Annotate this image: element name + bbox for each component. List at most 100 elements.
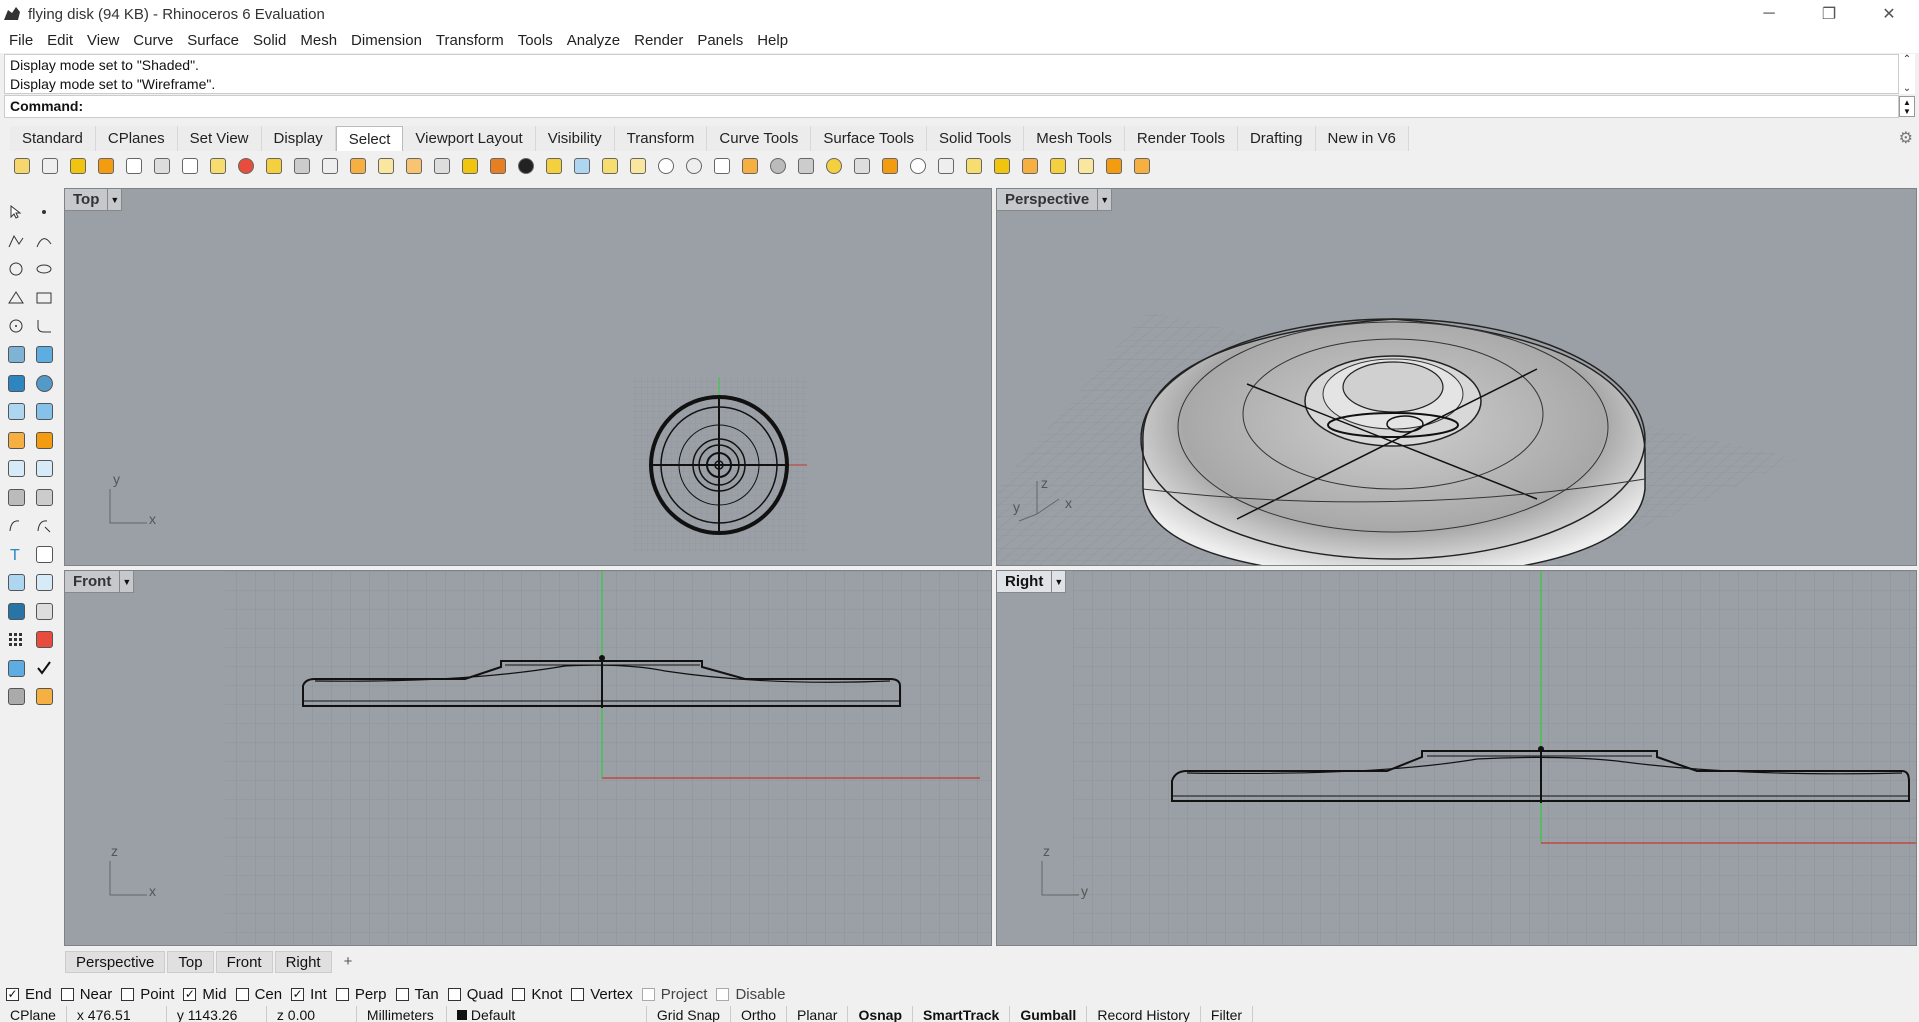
select-annotations-icon[interactable]	[176, 153, 204, 179]
menu-render[interactable]: Render	[627, 32, 690, 49]
point-icon[interactable]	[30, 198, 58, 227]
status-osnap[interactable]: Osnap	[848, 1006, 914, 1022]
select-blocks-icon[interactable]	[344, 153, 372, 179]
select-hatches-icon[interactable]	[400, 153, 428, 179]
osnap-perp[interactable]: Perp	[335, 986, 387, 1003]
tab-cplanes[interactable]: CPlanes	[95, 126, 178, 151]
tab-set-view[interactable]: Set View	[177, 126, 262, 151]
checkbox-project[interactable]	[641, 987, 655, 1001]
osnap-knot[interactable]: Knot	[512, 986, 562, 1003]
dimension-icon[interactable]	[30, 569, 58, 598]
menu-tools[interactable]: Tools	[511, 32, 560, 49]
polygon-icon[interactable]	[2, 312, 30, 341]
command-history-scrollbar[interactable]: ⌃ ⌄	[1899, 54, 1915, 94]
tab-select[interactable]: Select	[335, 126, 404, 151]
osnap-quad[interactable]: Quad	[447, 986, 503, 1003]
tab-drafting[interactable]: Drafting	[1237, 126, 1316, 151]
viewport-tab-right[interactable]: Right	[274, 951, 332, 973]
osnap-end[interactable]: ✓ End	[6, 986, 52, 1003]
explode-icon[interactable]	[30, 483, 58, 512]
tab-transform[interactable]: Transform	[614, 126, 708, 151]
scale-icon[interactable]	[30, 540, 58, 569]
checkbox-tan[interactable]	[395, 987, 409, 1001]
select-spheres-icon[interactable]	[764, 153, 792, 179]
viewport-tab-front[interactable]: Front	[215, 951, 273, 973]
menu-solid[interactable]: Solid	[246, 32, 293, 49]
spin-up-icon[interactable]: ▲	[1903, 98, 1911, 107]
select-points-icon[interactable]	[8, 153, 36, 179]
menu-mesh[interactable]: Mesh	[293, 32, 344, 49]
select-lights-icon[interactable]	[148, 153, 176, 179]
move-icon[interactable]	[2, 512, 30, 541]
patch-icon[interactable]	[30, 341, 58, 370]
checkbox-perp[interactable]	[335, 987, 349, 1001]
osnap-cen[interactable]: Cen	[235, 986, 282, 1003]
chevron-down-icon[interactable]: ▼	[119, 571, 133, 593]
viewport-right[interactable]: z y Right ▼	[996, 570, 1917, 946]
checkbox-point[interactable]	[121, 987, 135, 1001]
osnap-tan[interactable]: Tan	[395, 986, 439, 1003]
circle-icon[interactable]	[2, 255, 30, 284]
rectangle-icon[interactable]	[30, 284, 58, 313]
checkbox-int[interactable]: ✓	[291, 987, 305, 1001]
viewport-front[interactable]: z x Front ▼	[64, 570, 992, 946]
select-color-icon[interactable]	[232, 153, 260, 179]
split-icon[interactable]	[30, 455, 58, 484]
select-control-points-icon[interactable]	[36, 153, 64, 179]
tab-display[interactable]: Display	[261, 126, 336, 151]
select-surfaces-icon[interactable]	[92, 153, 120, 179]
menu-transform[interactable]: Transform	[429, 32, 511, 49]
select-by-type-icon[interactable]	[568, 153, 596, 179]
status-filter[interactable]: Filter	[1201, 1006, 1254, 1022]
osnap-near[interactable]: Near	[60, 986, 112, 1003]
command-input[interactable]	[89, 98, 1893, 115]
arc-icon[interactable]	[2, 284, 30, 313]
chevron-down-icon[interactable]: ▼	[1051, 571, 1065, 593]
mesh-icon[interactable]	[30, 398, 58, 427]
menu-view[interactable]: View	[80, 32, 126, 49]
viewport-title-front[interactable]: Front ▼	[65, 571, 135, 593]
status-smarttrack[interactable]: SmartTrack	[913, 1006, 1011, 1022]
render-icon[interactable]	[30, 426, 58, 455]
viewport-tab-top[interactable]: Top	[167, 951, 214, 973]
status-grid-snap[interactable]: Grid Snap	[647, 1006, 731, 1022]
menu-curve[interactable]: Curve	[126, 32, 180, 49]
fillet-icon[interactable]	[30, 312, 58, 341]
menu-analyze[interactable]: Analyze	[560, 32, 627, 49]
viewport-perspective[interactable]: z y x Perspective ▼	[996, 188, 1917, 566]
curve-icon[interactable]	[30, 227, 58, 256]
select-history-icon[interactable]	[1100, 153, 1128, 179]
viewport-title-right[interactable]: Right ▼	[997, 571, 1067, 593]
osnap-project[interactable]: Project	[641, 986, 707, 1003]
trim-icon[interactable]	[2, 455, 30, 484]
box-icon[interactable]	[2, 369, 30, 398]
surface-from-points-icon[interactable]	[2, 341, 30, 370]
mesh-tools-icon[interactable]	[2, 683, 30, 712]
select-groups-icon[interactable]	[484, 153, 512, 179]
select-arrow-icon[interactable]	[2, 198, 30, 227]
spin-down-icon[interactable]: ▼	[1903, 107, 1911, 116]
select-all-icon[interactable]	[64, 153, 92, 179]
select-bad-objects-icon[interactable]	[1016, 153, 1044, 179]
join-icon[interactable]	[2, 483, 30, 512]
command-history[interactable]: Display mode set to "Shaded". Display mo…	[4, 54, 1899, 94]
measure-icon[interactable]	[30, 597, 58, 626]
tab-render-tools[interactable]: Render Tools	[1124, 126, 1238, 151]
grid-array-icon[interactable]	[2, 626, 30, 655]
command-spinner[interactable]: ▲ ▼	[1899, 96, 1915, 117]
select-chain-icon[interactable]	[708, 153, 736, 179]
select-grid-icon[interactable]	[960, 153, 988, 179]
status-layer[interactable]: Default	[447, 1006, 647, 1022]
checkbox-quad[interactable]	[447, 987, 461, 1001]
select-duplicates-icon[interactable]	[680, 153, 708, 179]
select-light-boxes-icon[interactable]	[1128, 153, 1156, 179]
select-small-icon[interactable]	[736, 153, 764, 179]
select-last-icon[interactable]	[120, 153, 148, 179]
tab-solid-tools[interactable]: Solid Tools	[926, 126, 1025, 151]
osnap-mid[interactable]: ✓ Mid	[183, 986, 227, 1003]
tab-visibility[interactable]: Visibility	[535, 126, 615, 151]
copy-icon[interactable]	[30, 512, 58, 541]
checkbox-end[interactable]: ✓	[6, 987, 19, 1001]
osnap-point[interactable]: Point	[121, 986, 174, 1003]
chevron-up-icon[interactable]: ⌃	[1903, 54, 1911, 65]
